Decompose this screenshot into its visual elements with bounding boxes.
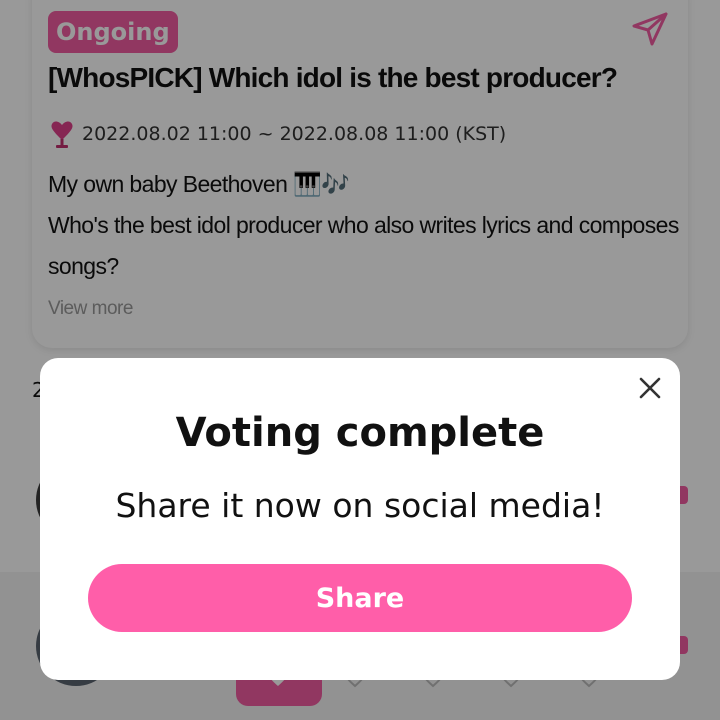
dialog-subtitle: Share it now on social media!	[115, 486, 605, 525]
close-icon[interactable]	[634, 372, 666, 404]
voting-complete-dialog: Voting complete Share it now on social m…	[40, 358, 680, 680]
dialog-title: Voting complete	[175, 410, 545, 456]
vote-page: Ongoing [WhosPICK] Which idol is the bes…	[0, 0, 720, 720]
share-button[interactable]: Share	[88, 564, 632, 632]
